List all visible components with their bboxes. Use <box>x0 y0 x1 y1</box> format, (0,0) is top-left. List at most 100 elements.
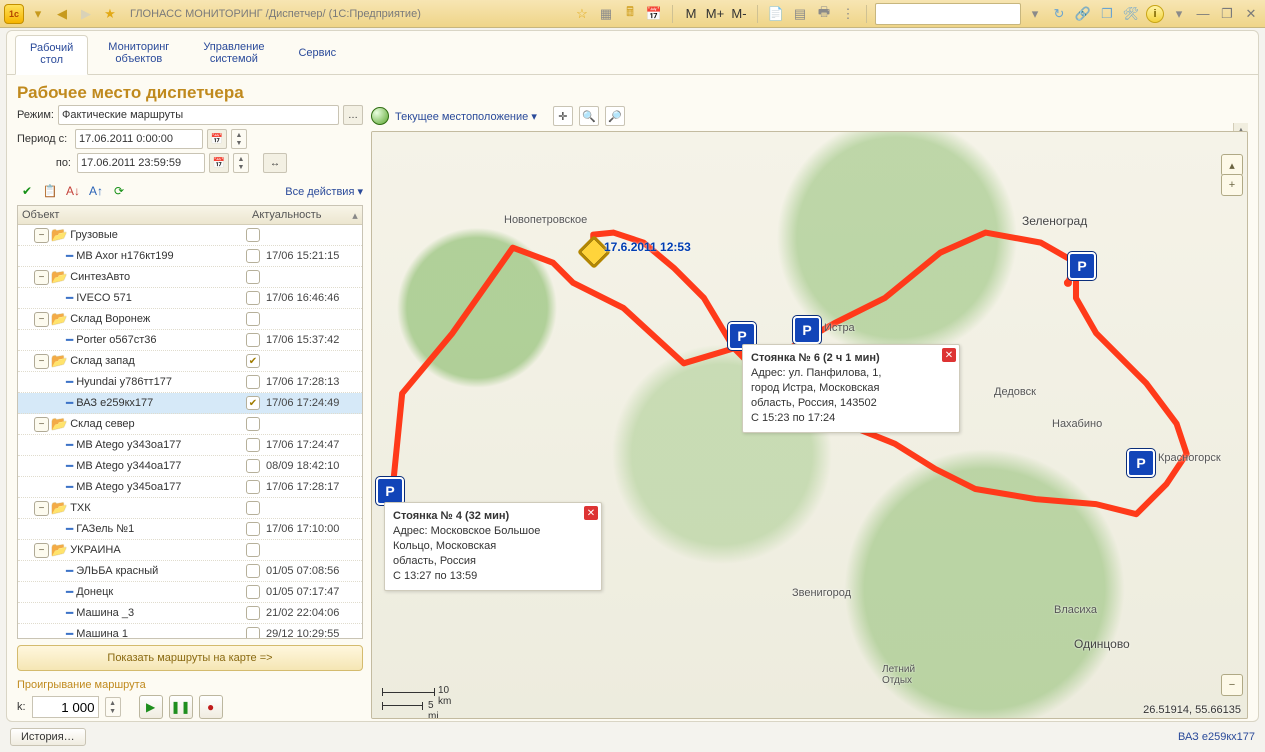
tab-desktop[interactable]: Рабочий стол <box>15 35 88 75</box>
tab-service[interactable]: Сервис <box>284 35 350 74</box>
tree-row[interactable]: ━MB Atego у345оа17717/06 17:28:17 <box>18 477 362 498</box>
fav-add-icon[interactable]: ☆ <box>572 4 592 24</box>
tree-row[interactable]: ━MB Atego у344оа17708/09 18:42:10 <box>18 456 362 477</box>
tree-row[interactable]: −📂Склад север <box>18 414 362 435</box>
window-close-button[interactable]: ✕ <box>1241 4 1261 24</box>
m-minus-label[interactable]: M- <box>729 4 749 24</box>
tree-row[interactable]: −📂Грузовые <box>18 225 362 246</box>
mode-more-button[interactable]: … <box>343 105 363 125</box>
show-routes-button[interactable]: Показать маршруты на карте => <box>17 645 363 671</box>
tree-toggle-icon[interactable]: − <box>34 228 49 243</box>
play-button[interactable]: ▶ <box>139 695 163 719</box>
tree-row[interactable]: ━Донецк01/05 07:17:47 <box>18 582 362 603</box>
tree-row-checkbox[interactable] <box>246 396 260 410</box>
k-spinner[interactable]: ▲▼ <box>105 697 121 717</box>
tree-row-checkbox[interactable] <box>246 585 260 599</box>
tree-row[interactable]: −📂Склад Воронеж <box>18 309 362 330</box>
period-apply-button[interactable]: ↔ <box>263 153 287 173</box>
map-zoom-in-button[interactable]: 🔍 <box>579 106 599 126</box>
tree-row[interactable]: ━Hyundai у786тт17717/06 17:28:13 <box>18 372 362 393</box>
toolbar-check-icon[interactable]: ✔ <box>17 181 37 201</box>
tree-row-checkbox[interactable] <box>246 522 260 536</box>
tree-row[interactable]: −📂СинтезАвто <box>18 267 362 288</box>
nav-fwd-icon[interactable]: ▶ <box>76 4 96 24</box>
grid-icon[interactable]: ▦ <box>596 4 616 24</box>
chrome-search-input[interactable] <box>875 3 1021 25</box>
calc-icon[interactable]: 🖩 <box>620 4 640 24</box>
k-input[interactable] <box>32 696 99 718</box>
tree-toggle-icon[interactable]: − <box>34 501 49 516</box>
tree-row[interactable]: ━IVECO 57117/06 16:46:46 <box>18 288 362 309</box>
tree-row[interactable]: ━Машина _321/02 22:04:06 <box>18 603 362 624</box>
tree-row[interactable]: ━Porter о567ст3617/06 15:37:42 <box>18 330 362 351</box>
tab-monitoring[interactable]: Мониторинг объектов <box>94 35 183 74</box>
tree-row-checkbox[interactable] <box>246 627 260 638</box>
all-actions-dropdown[interactable]: Все действия ▾ <box>285 185 363 198</box>
window-max-button[interactable]: ❐ <box>1217 4 1237 24</box>
toolbar-sort-asc-icon[interactable]: A↓ <box>63 181 83 201</box>
info-icon[interactable]: i <box>1145 4 1165 24</box>
toolbar-sort-desc-icon[interactable]: A↑ <box>86 181 106 201</box>
tree-row[interactable]: ━ЭЛЬБА красный01/05 07:08:56 <box>18 561 362 582</box>
map-zoom-plus[interactable]: + <box>1221 174 1243 196</box>
tree-row[interactable]: −📂Склад запад <box>18 351 362 372</box>
parking-icon-c[interactable]: P <box>1068 252 1096 280</box>
period-from-calendar[interactable]: 📅 <box>207 129 227 149</box>
search-arrow-icon[interactable]: ▾ <box>1025 4 1045 24</box>
tree-row-checkbox[interactable] <box>246 480 260 494</box>
period-to-spinner[interactable]: ▲▼ <box>233 153 249 173</box>
tree-row-checkbox[interactable] <box>246 438 260 452</box>
dots-icon[interactable]: ⋮ <box>838 4 858 24</box>
tree-row-checkbox[interactable] <box>246 354 260 368</box>
tree-row[interactable]: −📂ТХК <box>18 498 362 519</box>
popup6-close-button[interactable]: ✕ <box>942 348 956 362</box>
tree-row-checkbox[interactable] <box>246 501 260 515</box>
map[interactable]: P P P P P 17.6.2011 12:53 ✕ Стоянка № 4 … <box>371 131 1248 719</box>
tree-toggle-icon[interactable]: − <box>34 270 49 285</box>
tree-row[interactable]: ━Машина 129/12 10:29:55 <box>18 624 362 638</box>
link-icon[interactable]: 🔗 <box>1073 4 1093 24</box>
windows-icon[interactable]: ❐ <box>1097 4 1117 24</box>
period-from-input[interactable]: 17.06.2011 0:00:00 <box>75 129 203 149</box>
tree-toggle-icon[interactable]: − <box>34 354 49 369</box>
info-dd-icon[interactable]: ▾ <box>1169 4 1189 24</box>
map-nav-up[interactable]: ▴ <box>1221 154 1243 176</box>
refresh-icon[interactable]: ↻ <box>1049 4 1069 24</box>
map-crosshair-button[interactable]: ✛ <box>553 106 573 126</box>
tools-icon[interactable]: 🛠 <box>1121 4 1141 24</box>
mode-field[interactable]: Фактические маршруты <box>58 105 339 125</box>
nav-back-icon[interactable]: ◀ <box>52 4 72 24</box>
tree-row-checkbox[interactable] <box>246 459 260 473</box>
calendar-icon[interactable]: 📅 <box>644 4 664 24</box>
parking-icon-4[interactable]: P <box>376 477 404 505</box>
tree-toggle-icon[interactable]: − <box>34 417 49 432</box>
pause-button[interactable]: ❚❚ <box>169 695 193 719</box>
period-to-input[interactable]: 17.06.2011 23:59:59 <box>77 153 205 173</box>
tree-toggle-icon[interactable]: − <box>34 312 49 327</box>
col-object[interactable]: Объект <box>18 209 230 221</box>
tree-row-checkbox[interactable] <box>246 417 260 431</box>
tree-row-checkbox[interactable] <box>246 564 260 578</box>
tree-row-checkbox[interactable] <box>246 606 260 620</box>
period-to-calendar[interactable]: 📅 <box>209 153 229 173</box>
tree-toggle-icon[interactable]: − <box>34 543 49 558</box>
tree-row-checkbox[interactable] <box>246 375 260 389</box>
dropdown-icon[interactable]: ▾ <box>28 4 48 24</box>
tree-row[interactable]: ━MB Atego у343оа17717/06 17:24:47 <box>18 435 362 456</box>
m-plus-label[interactable]: M+ <box>705 4 725 24</box>
tree-row-checkbox[interactable] <box>246 312 260 326</box>
col-actual[interactable]: Актуальность <box>248 209 348 221</box>
m-label[interactable]: M <box>681 4 701 24</box>
tree-row-checkbox[interactable] <box>246 270 260 284</box>
record-button[interactable]: ● <box>199 695 223 719</box>
history-button[interactable]: История… <box>10 728 86 746</box>
tab-manage[interactable]: Управление системой <box>189 35 278 74</box>
toolbar-copy-icon[interactable]: 📋 <box>40 181 60 201</box>
tree-row-checkbox[interactable] <box>246 543 260 557</box>
tree-row-checkbox[interactable] <box>246 333 260 347</box>
print-icon[interactable]: 🖶 <box>814 4 834 24</box>
tree-row[interactable]: ━ВАЗ е259кх17717/06 17:24:49 <box>18 393 362 414</box>
popup4-close-button[interactable]: ✕ <box>584 506 598 520</box>
tree-row-checkbox[interactable] <box>246 249 260 263</box>
tree-row-checkbox[interactable] <box>246 228 260 242</box>
